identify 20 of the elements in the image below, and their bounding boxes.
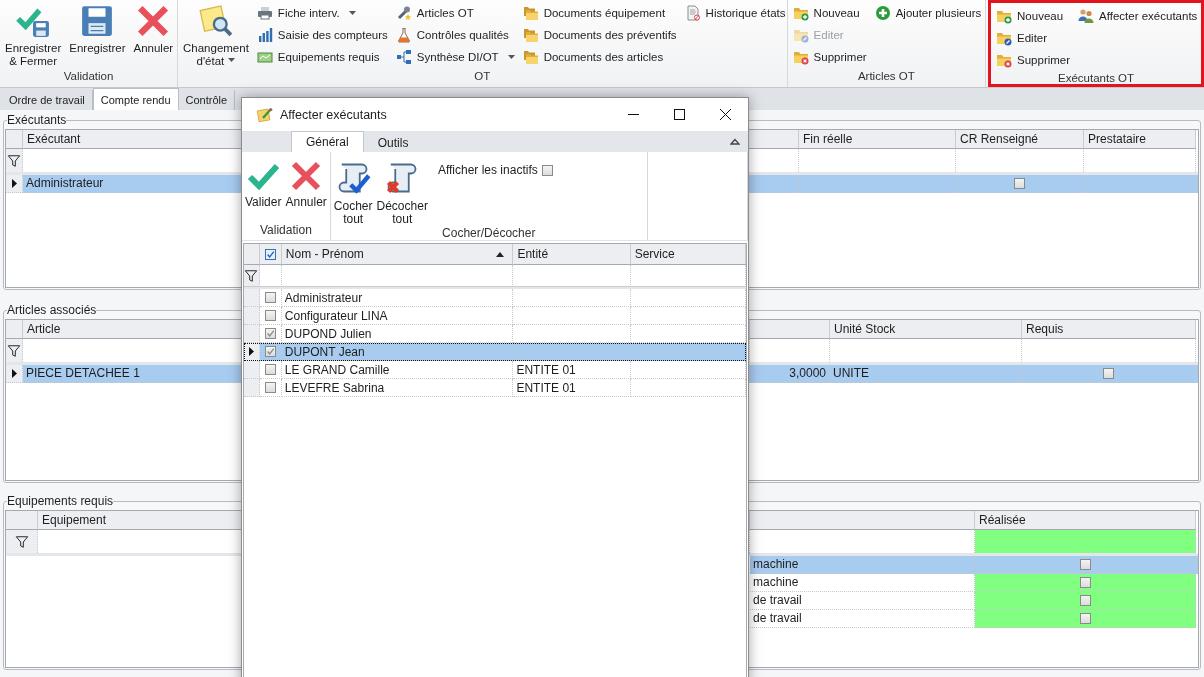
group-label: Exécutants OT: [1057, 71, 1136, 85]
group-label: Validation: [62, 69, 115, 84]
table-cell: DUPONT Jean: [281, 343, 514, 361]
table-cell: Configurateur LINA: [281, 307, 514, 325]
table-cell: UNITE: [830, 365, 1022, 383]
group-label: Articles OT: [856, 69, 916, 84]
table-cell: Administrateur: [281, 289, 514, 307]
table-cell: machine: [750, 556, 975, 574]
table-cell: LE GRAND Camille: [281, 361, 514, 379]
group-label: Cocher/Décocher: [441, 226, 537, 240]
table-cell: 3,0000: [750, 365, 830, 383]
group-label: Validation: [259, 223, 313, 239]
section-title: Articles associés: [7, 303, 97, 317]
table-cell: ENTITE 01: [513, 379, 631, 397]
section-title: Equipements requis: [7, 494, 114, 508]
window-title: Affecter exécutants: [280, 107, 387, 122]
group-label: OT: [473, 69, 492, 84]
table-cell: LEVEFRE Sabrina: [281, 379, 514, 397]
section-title: Exécutants: [7, 113, 67, 127]
table-cell: ENTITE 01: [513, 361, 631, 379]
